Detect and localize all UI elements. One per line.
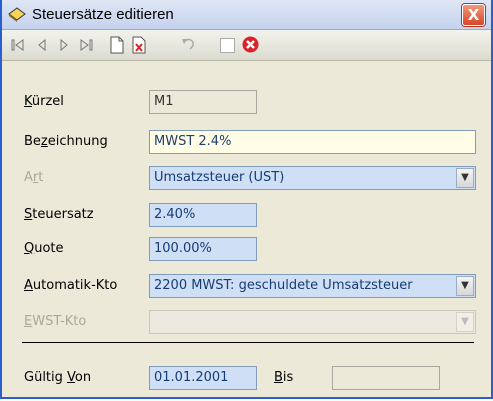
- ewst-kto-select: ▼: [149, 310, 476, 334]
- art-label: Art: [24, 170, 44, 185]
- kuerzel-field: M1: [149, 90, 257, 114]
- art-select[interactable]: Umsatzsteuer (UST) ▼: [149, 166, 476, 190]
- checkbox-icon[interactable]: [220, 38, 235, 53]
- ewst-kto-dropdown-button: ▼: [456, 312, 474, 332]
- undo-icon[interactable]: [180, 35, 198, 53]
- steuersatz-input[interactable]: 2.40%: [149, 203, 257, 227]
- title-bar[interactable]: Steuersätze editieren X: [2, 0, 491, 30]
- bis-field: [332, 366, 440, 390]
- last-record-icon[interactable]: [78, 37, 94, 53]
- ewst-kto-label: EWST-Kto: [24, 314, 87, 329]
- window-title: Steuersätze editieren: [32, 6, 174, 23]
- bezeichnung-label: Bezeichnung: [24, 134, 108, 149]
- kuerzel-label: Kürzel: [24, 94, 64, 109]
- bis-label: Bis: [274, 370, 294, 385]
- quote-label: Quote: [24, 241, 64, 256]
- art-dropdown-button[interactable]: ▼: [456, 168, 474, 188]
- steuersatz-label: Steuersatz: [24, 207, 94, 222]
- automatik-kto-value: 2200 MWST: geschuldete Umsatzsteuer: [154, 278, 413, 293]
- tax-rate-icon: [8, 7, 26, 22]
- automatik-kto-label: Automatik-Kto: [24, 278, 118, 293]
- form-panel: Kürzel M1 Bezeichnung MWST 2.4% Art Umsa…: [16, 68, 478, 393]
- gueltig-von-label: Gültig Von: [24, 370, 92, 385]
- bezeichnung-input[interactable]: MWST 2.4%: [149, 130, 476, 154]
- dialog-window: Steuersätze editieren X Kürzel M1 Bezeic…: [0, 0, 493, 399]
- automatik-kto-select[interactable]: 2200 MWST: geschuldete Umsatzsteuer ▼: [149, 274, 476, 298]
- art-select-value: Umsatzsteuer (UST): [154, 170, 285, 185]
- separator: [22, 342, 474, 343]
- toolbar: [2, 30, 491, 61]
- automatik-kto-dropdown-button[interactable]: ▼: [456, 276, 474, 296]
- first-record-icon[interactable]: [10, 37, 26, 53]
- cancel-icon[interactable]: [242, 36, 259, 53]
- previous-record-icon[interactable]: [34, 37, 50, 53]
- next-record-icon[interactable]: [56, 37, 72, 53]
- close-button[interactable]: X: [462, 4, 485, 26]
- gueltig-von-input[interactable]: 01.01.2001: [149, 366, 257, 390]
- new-record-icon[interactable]: [108, 36, 126, 54]
- delete-record-icon[interactable]: [130, 36, 148, 54]
- quote-input[interactable]: 100.00%: [149, 237, 257, 261]
